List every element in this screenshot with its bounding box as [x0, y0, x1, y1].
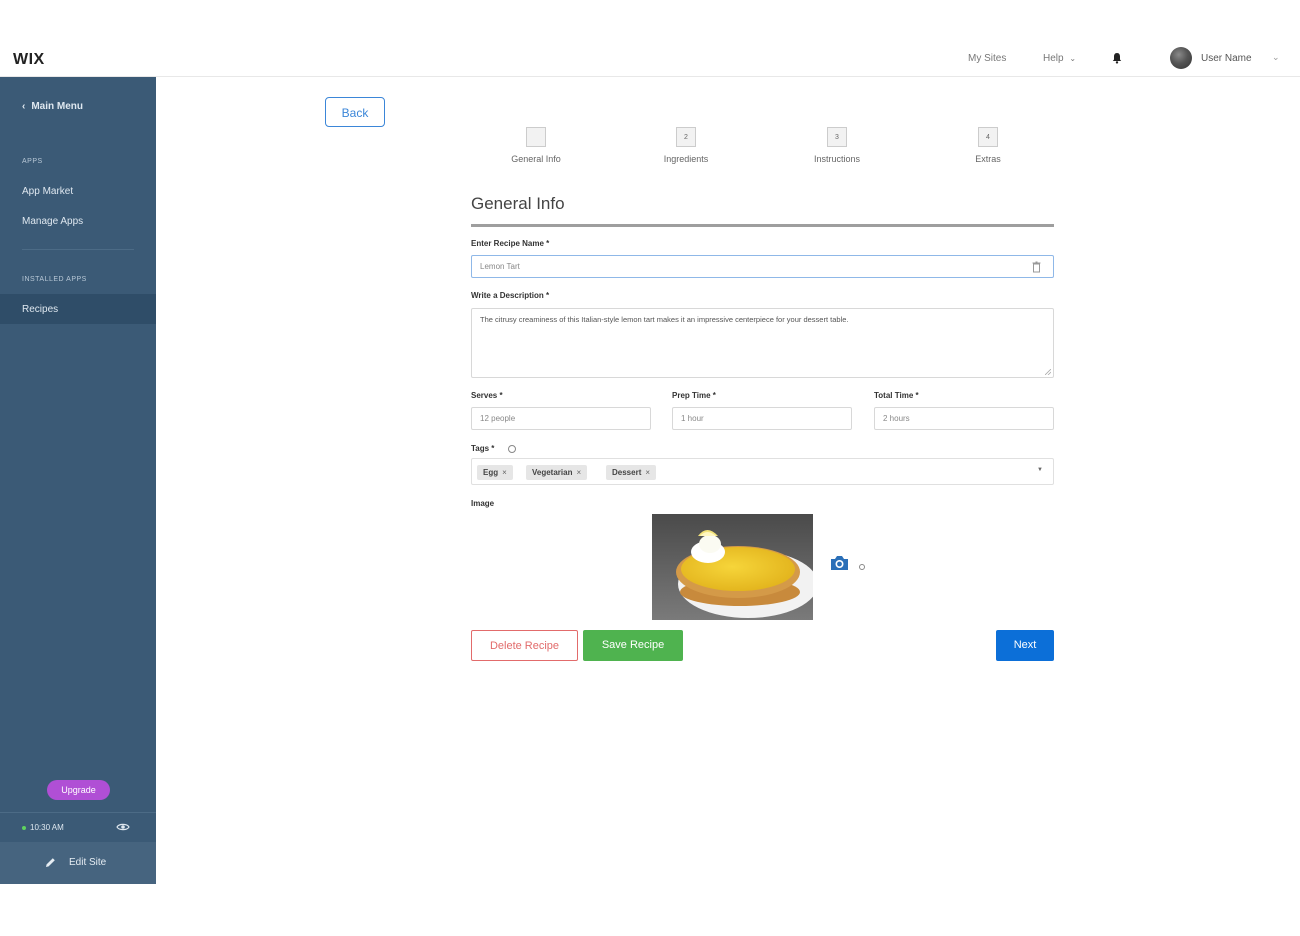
- delete-recipe-button[interactable]: Delete Recipe: [471, 630, 578, 661]
- main-menu-label: Main Menu: [31, 101, 84, 112]
- step-instructions[interactable]: 3 Instructions: [787, 127, 887, 164]
- status-time: 10:30 AM: [30, 823, 64, 832]
- chevron-left-icon: ‹: [22, 101, 26, 112]
- my-sites-link[interactable]: My Sites: [968, 53, 1006, 64]
- help-menu[interactable]: Help ⌄: [1043, 53, 1076, 64]
- step-label: General Info: [511, 154, 561, 164]
- sidebar: ‹ Main Menu APPS App Market Manage Apps I…: [0, 77, 156, 884]
- total-time-label: Total Time *: [874, 391, 919, 400]
- description-label: Write a Description *: [471, 291, 550, 300]
- lemon-tart-photo: [652, 514, 813, 620]
- recipe-name-input[interactable]: Lemon Tart: [471, 255, 1054, 278]
- form-title: General Info: [471, 194, 565, 213]
- recipe-image: [652, 514, 813, 620]
- serves-label: Serves *: [471, 391, 503, 400]
- prep-time-label: Prep Time *: [672, 391, 716, 400]
- chevron-down-icon[interactable]: ⌄: [1272, 52, 1280, 63]
- info-icon[interactable]: [508, 445, 516, 453]
- wix-logo[interactable]: WIX: [13, 51, 45, 69]
- step-label: Extras: [975, 154, 1001, 164]
- main-menu-link[interactable]: ‹ Main Menu: [22, 101, 83, 112]
- total-time-input[interactable]: 2 hours: [874, 407, 1054, 430]
- tag-remove-icon[interactable]: ×: [502, 468, 507, 477]
- eye-icon[interactable]: [116, 822, 130, 832]
- tag-chip: Egg ×: [477, 465, 513, 480]
- step-number: 2: [676, 127, 696, 147]
- info-icon[interactable]: [859, 564, 865, 570]
- sidebar-item-manage-apps[interactable]: Manage Apps: [22, 216, 83, 227]
- tag-label: Dessert: [612, 468, 642, 477]
- sidebar-item-recipes[interactable]: Recipes: [22, 304, 58, 315]
- image-label: Image: [471, 499, 495, 508]
- total-time-value: 2 hours: [883, 414, 910, 423]
- chevron-down-icon: ⌄: [1069, 54, 1077, 63]
- tag-remove-icon[interactable]: ×: [645, 468, 650, 477]
- installed-apps-section-label: INSTALLED APPS: [22, 276, 87, 283]
- top-bar: WIX My Sites Help ⌄ User Name ⌄: [0, 40, 1300, 77]
- sidebar-divider: [22, 249, 134, 250]
- prep-time-input[interactable]: 1 hour: [672, 407, 852, 430]
- description-value: The citrusy creaminess of this Italian-s…: [480, 315, 849, 324]
- help-label: Help: [1043, 53, 1064, 64]
- sidebar-divider: [0, 812, 156, 813]
- step-general-info[interactable]: General Info: [486, 127, 586, 164]
- user-name[interactable]: User Name: [1201, 53, 1252, 64]
- tag-remove-icon[interactable]: ×: [576, 468, 581, 477]
- tag-chip: Vegetarian ×: [526, 465, 588, 480]
- serves-input[interactable]: 12 people: [471, 407, 651, 430]
- prep-time-value: 1 hour: [681, 414, 704, 423]
- step-number: 4: [978, 127, 998, 147]
- caret-down-icon[interactable]: ▼: [1037, 467, 1043, 473]
- serves-value: 12 people: [480, 414, 516, 423]
- resize-handle-icon[interactable]: [1045, 369, 1051, 375]
- next-button[interactable]: Next: [996, 630, 1054, 661]
- recipe-name-value: Lemon Tart: [480, 262, 520, 271]
- step-label: Ingredients: [663, 154, 709, 164]
- back-button[interactable]: Back: [325, 97, 385, 127]
- tag-label: Vegetarian: [532, 468, 573, 477]
- sidebar-item-app-market[interactable]: App Market: [22, 186, 73, 197]
- tags-label: Tags *: [471, 444, 495, 453]
- edit-site-label: Edit Site: [69, 857, 107, 868]
- edit-site-button[interactable]: Edit Site: [0, 842, 156, 884]
- recipe-name-label: Enter Recipe Name *: [471, 239, 550, 248]
- save-recipe-button[interactable]: Save Recipe: [583, 630, 683, 661]
- pencil-icon: [46, 858, 55, 867]
- tag-label: Egg: [483, 468, 499, 477]
- online-status-dot: [22, 826, 26, 830]
- step-extras[interactable]: 4 Extras: [938, 127, 1038, 164]
- avatar[interactable]: [1170, 47, 1192, 69]
- step-number: 3: [827, 127, 847, 147]
- tags-select[interactable]: Egg × Vegetarian × Dessert × ▼: [471, 458, 1054, 485]
- step-label: Instructions: [813, 154, 861, 164]
- title-divider: [471, 224, 1054, 227]
- tag-chip: Dessert ×: [606, 465, 657, 480]
- bell-icon[interactable]: [1111, 52, 1123, 64]
- camera-icon[interactable]: [829, 554, 850, 572]
- trash-icon[interactable]: [1032, 261, 1041, 273]
- step-ingredients[interactable]: 2 Ingredients: [636, 127, 736, 164]
- upgrade-button[interactable]: Upgrade: [47, 780, 110, 800]
- step-number: [526, 127, 546, 147]
- apps-section-label: APPS: [22, 158, 43, 165]
- description-textarea[interactable]: The citrusy creaminess of this Italian-s…: [471, 308, 1054, 378]
